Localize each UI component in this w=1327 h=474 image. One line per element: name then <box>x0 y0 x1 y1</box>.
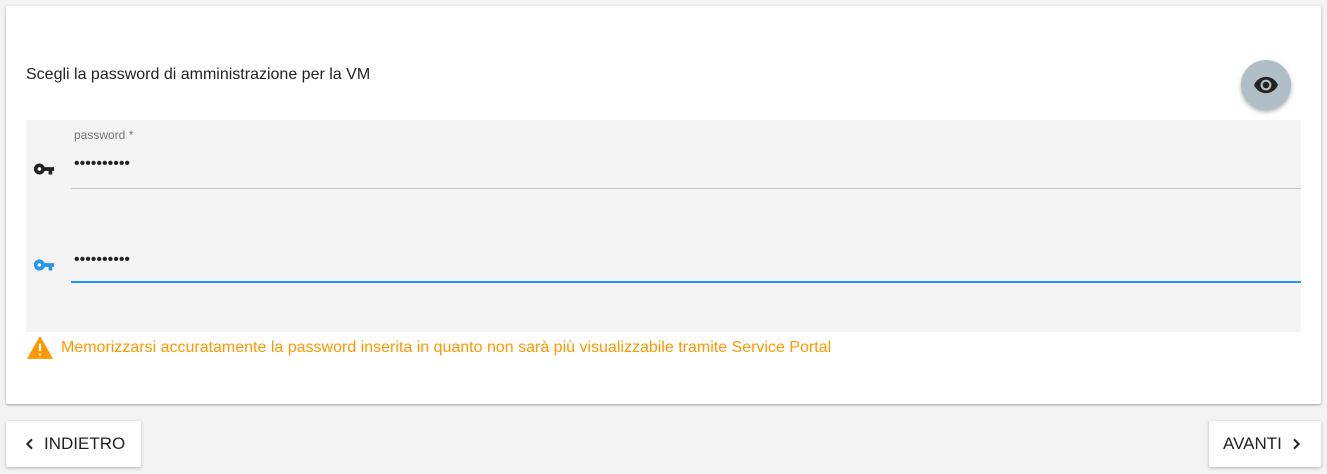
back-button-label: INDIETRO <box>44 434 126 453</box>
next-button-label: AVANTI <box>1223 434 1282 453</box>
key-icon <box>33 163 55 175</box>
confirm-password-underline <box>71 281 1301 283</box>
warning-triangle-icon <box>26 336 54 359</box>
confirm-password-input[interactable] <box>71 242 1301 278</box>
next-button[interactable]: AVANTI <box>1209 421 1321 467</box>
warning-message: Memorizzarsi accuratamente la password i… <box>26 336 831 360</box>
password-fields: password * <box>26 120 1301 332</box>
form-title: Scegli la password di amministrazione pe… <box>26 66 371 83</box>
password-underline <box>71 188 1301 189</box>
chevron-left-icon <box>25 438 33 450</box>
warning-text: Memorizzarsi accuratamente la password i… <box>61 339 832 356</box>
chevron-right-icon <box>1293 438 1300 450</box>
confirm-key-icon <box>33 259 55 271</box>
back-button[interactable]: INDIETRO <box>6 421 141 467</box>
password-card: Scegli la password di amministrazione pe… <box>6 6 1321 404</box>
eye-icon <box>1254 76 1278 94</box>
password-input[interactable] <box>71 146 1301 182</box>
toggle-visibility-button[interactable] <box>1241 60 1291 110</box>
password-label: password * <box>74 128 134 142</box>
